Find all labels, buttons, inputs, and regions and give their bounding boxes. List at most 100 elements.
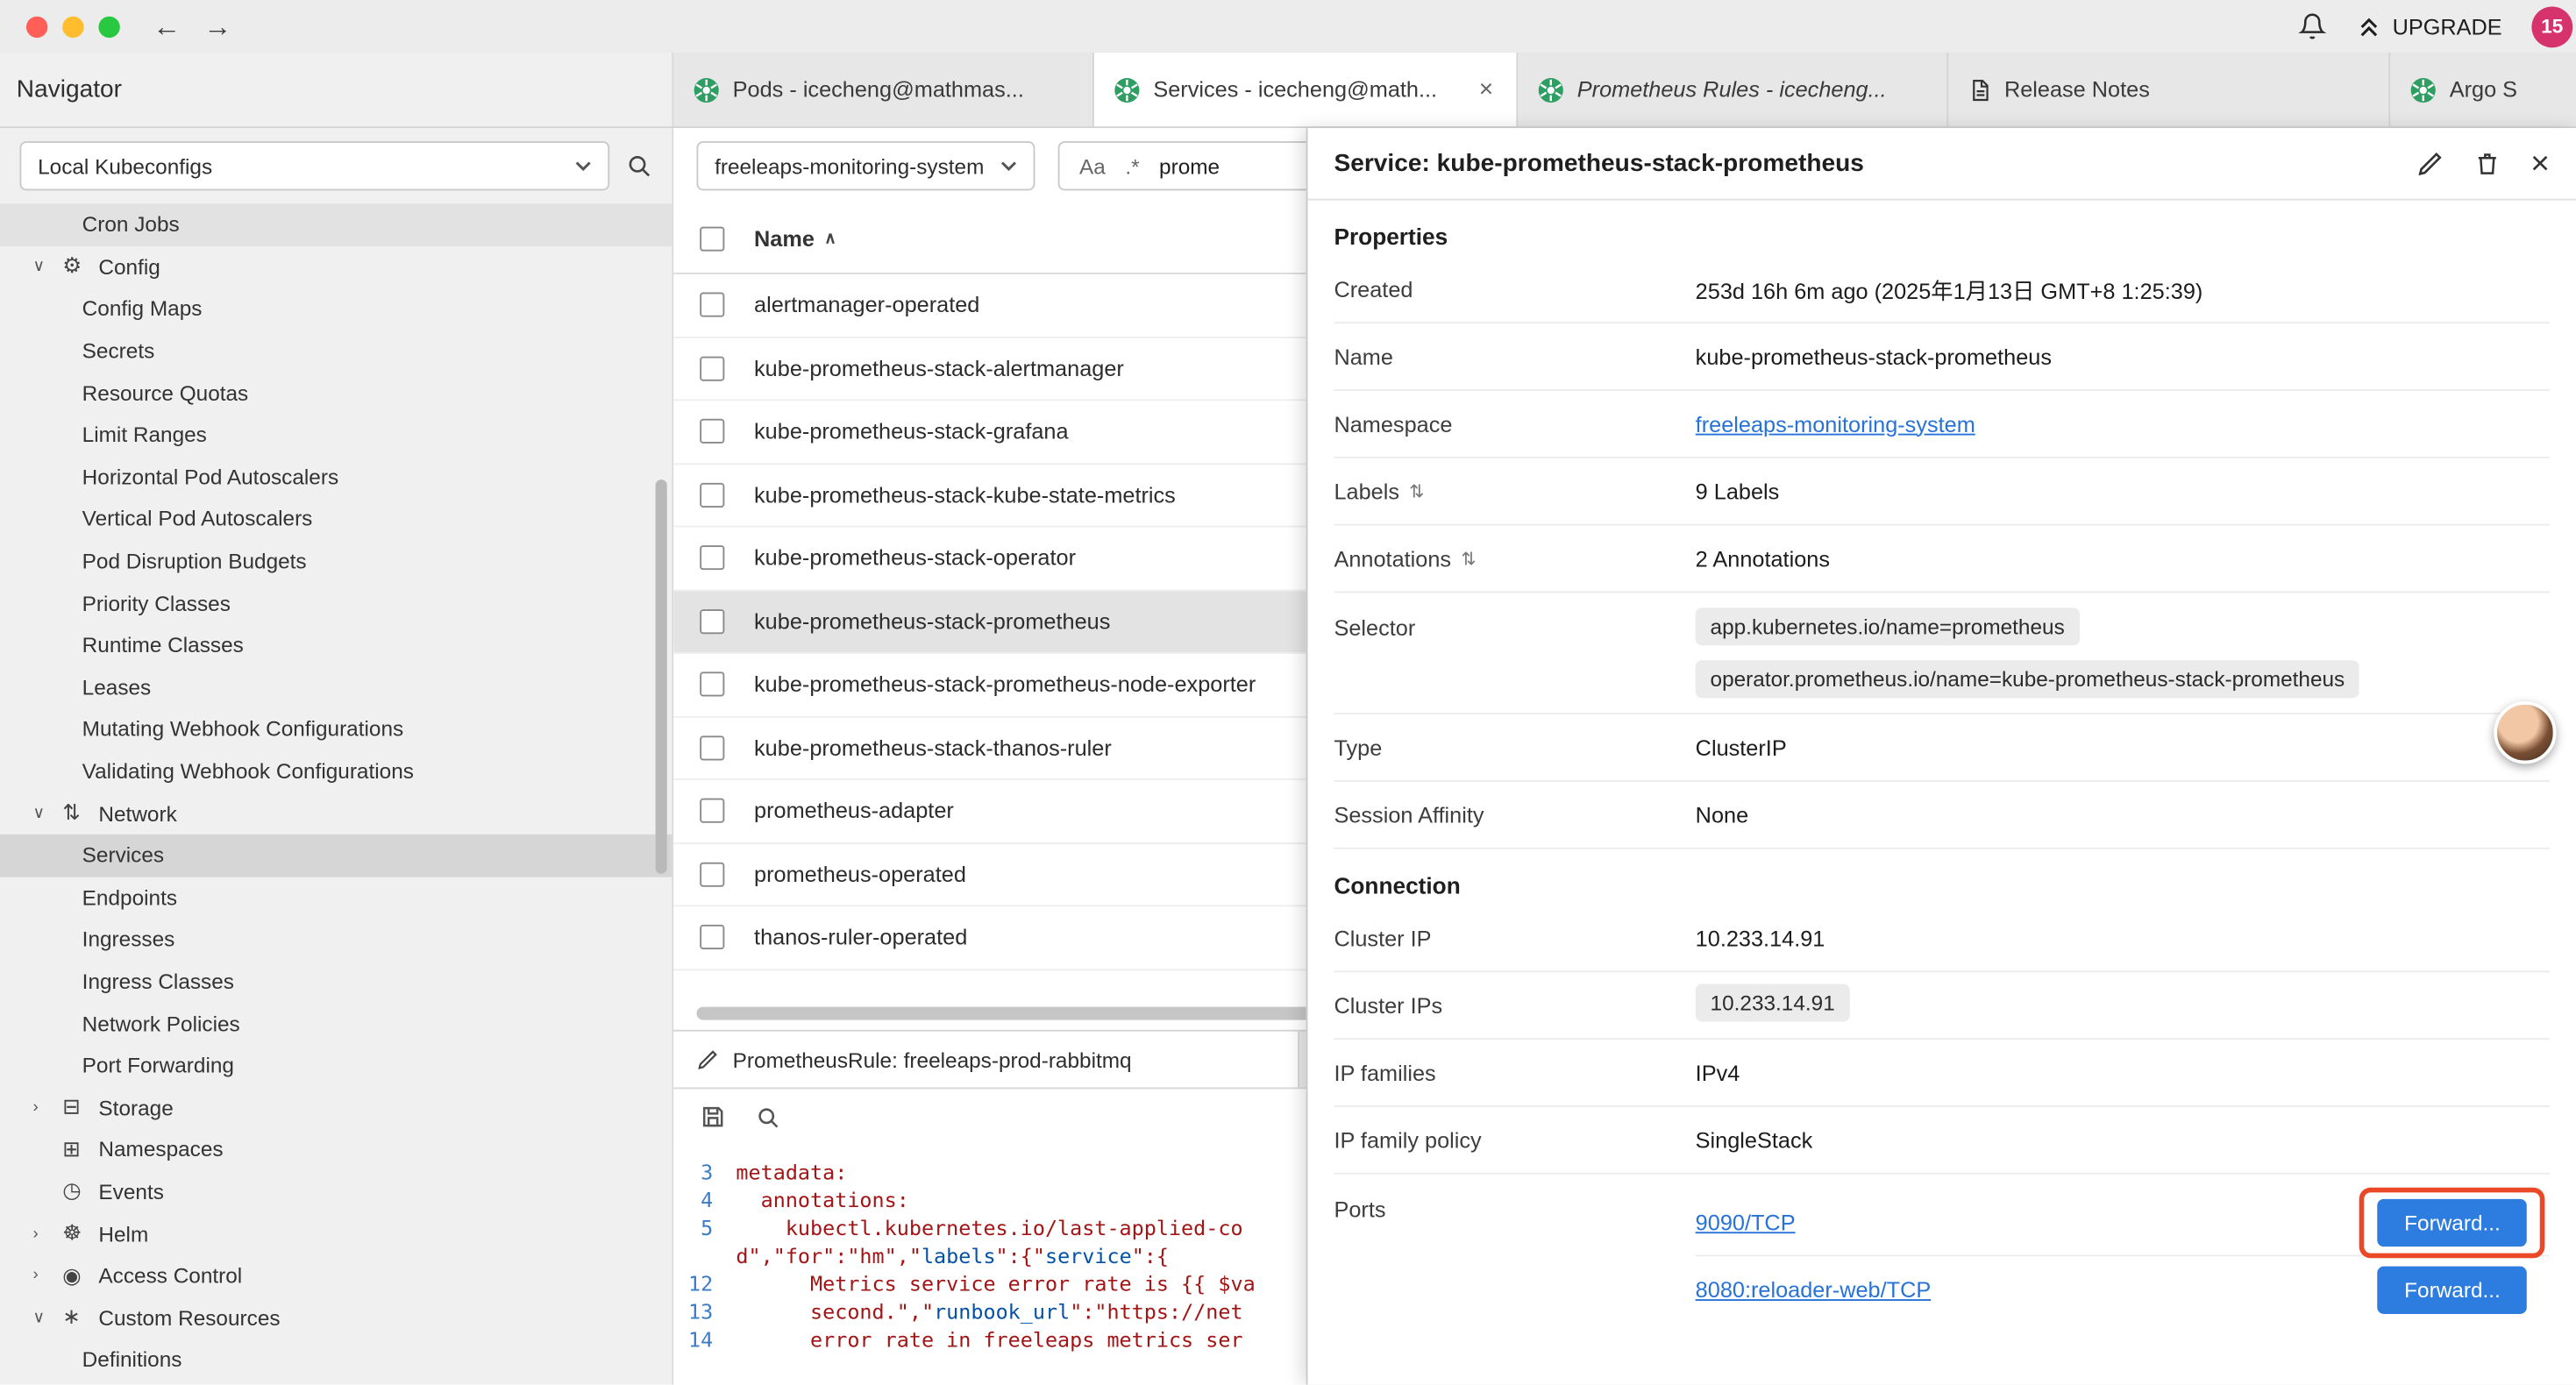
selector-chip: operator.prometheus.io/name=kube-prometh…: [1696, 660, 2359, 698]
port-row: 8080:reloader-web/TCP Forward...: [1696, 1255, 2550, 1323]
section-title-properties: Properties: [1334, 224, 2550, 250]
app-body: Local Kubeconfigs Cron Jobs ∨⚙ConfigConfi…: [0, 128, 2576, 1384]
sidebar-item-priority-classes[interactable]: Priority Classes: [0, 582, 672, 624]
dock-tab-prometheusrule[interactable]: PrometheusRule: freeleaps-prod-rabbitmq: [673, 1032, 1299, 1088]
labels-header[interactable]: Labels ⇅: [1334, 479, 1695, 503]
tab-label: Argo S: [2450, 77, 2517, 102]
zoom-window-button[interactable]: [98, 16, 119, 37]
cluster-icon: [694, 76, 720, 103]
select-all-checkbox[interactable]: [700, 226, 724, 251]
sidebar-item-label: Helm: [98, 1221, 148, 1246]
sidebar-item-endpoints[interactable]: Endpoints: [0, 877, 672, 919]
tab-release-notes[interactable]: Release Notes: [1948, 53, 2390, 126]
minimize-window-button[interactable]: [62, 16, 83, 37]
sidebar-item-namespaces[interactable]: ⊞Namespaces: [0, 1128, 672, 1170]
save-icon[interactable]: [700, 1104, 726, 1130]
navigator-header: Navigator: [0, 53, 673, 126]
sidebar-scrollbar[interactable]: [656, 479, 667, 874]
row-checkbox[interactable]: [700, 482, 724, 507]
row-checkbox[interactable]: [700, 546, 724, 571]
sidebar-item-ingresses[interactable]: Ingresses: [0, 919, 672, 961]
sidebar-item-label: Services: [82, 843, 164, 868]
editor-search-icon[interactable]: [756, 1104, 780, 1129]
row-checkbox[interactable]: [700, 609, 724, 634]
match-case-toggle[interactable]: Aa: [1079, 153, 1106, 178]
close-tab-icon[interactable]: ×: [1476, 75, 1497, 103]
sidebar-item-ingress-classes[interactable]: Ingress Classes: [0, 961, 672, 1003]
edit-pencil-icon[interactable]: [2417, 150, 2445, 178]
tree-chevron-icon[interactable]: ›: [32, 1225, 62, 1243]
close-drawer-icon[interactable]: ×: [2530, 147, 2550, 180]
sidebar-item-pod-disruption-budgets[interactable]: Pod Disruption Budgets: [0, 540, 672, 582]
kubeconfig-dropdown[interactable]: Local Kubeconfigs: [19, 141, 609, 190]
search-input[interactable]: prome: [1159, 153, 1220, 178]
sidebar-search-icon[interactable]: [626, 153, 652, 179]
notifications-bell-icon[interactable]: [2299, 11, 2327, 41]
sidebar-item-access-control[interactable]: ›◉Access Control: [0, 1254, 672, 1296]
sidebar-item-secrets[interactable]: Secrets: [0, 330, 672, 372]
sidebar-item-horizontal-pod-autoscalers[interactable]: Horizontal Pod Autoscalers: [0, 456, 672, 498]
tab-pods[interactable]: Pods - icecheng@mathmas...: [673, 53, 1094, 126]
row-checkbox[interactable]: [700, 735, 724, 760]
sidebar-item-config-maps[interactable]: Config Maps: [0, 288, 672, 330]
sidebar-item-limit-ranges[interactable]: Limit Ranges: [0, 414, 672, 456]
sidebar-item-network-policies[interactable]: Network Policies: [0, 1002, 672, 1044]
forward-port-button[interactable]: Forward...: [2378, 1266, 2527, 1313]
tab-argo[interactable]: Argo S: [2390, 53, 2576, 126]
row-checkbox[interactable]: [700, 925, 724, 949]
row-label: Namespace: [1334, 411, 1695, 436]
sidebar-item-leases[interactable]: Leases: [0, 666, 672, 708]
upgrade-button[interactable]: UPGRADE: [2356, 14, 2501, 39]
sidebar-item-mutating-webhook-configurations[interactable]: Mutating Webhook Configurations: [0, 708, 672, 750]
sidebar-item-vertical-pod-autoscalers[interactable]: Vertical Pod Autoscalers: [0, 498, 672, 540]
name-column-header[interactable]: Name ∧: [754, 226, 836, 251]
row-checkbox[interactable]: [700, 419, 724, 444]
sidebar-item-events[interactable]: ◷Events: [0, 1170, 672, 1212]
sidebar-item-label: Cron Jobs: [82, 212, 180, 237]
tree-chevron-icon[interactable]: ∨: [32, 258, 62, 276]
sidebar-item-helm[interactable]: ›☸Helm: [0, 1212, 672, 1254]
sidebar-item-definitions[interactable]: Definitions: [0, 1339, 672, 1381]
delete-trash-icon[interactable]: [2474, 150, 2501, 178]
namespace-link[interactable]: freeleaps-monitoring-system: [1696, 411, 1975, 436]
sidebar-item-resource-quotas[interactable]: Resource Quotas: [0, 372, 672, 414]
tree-chevron-icon[interactable]: ›: [32, 1267, 62, 1285]
sidebar-item-services[interactable]: Services: [0, 835, 672, 877]
row-checkbox[interactable]: [700, 293, 724, 317]
row-label: IP family policy: [1334, 1127, 1695, 1152]
sidebar-item-label: Ingress Classes: [82, 969, 234, 993]
port-link[interactable]: 9090/TCP: [1696, 1210, 1796, 1234]
row-checkbox[interactable]: [700, 862, 724, 886]
sidebar-item-runtime-classes[interactable]: Runtime Classes: [0, 624, 672, 666]
gear-icon: ⚙: [62, 253, 98, 280]
tree-chevron-icon[interactable]: ∨: [32, 804, 62, 822]
forward-arrow-icon[interactable]: →: [203, 12, 231, 40]
sidebar-item-port-forwarding[interactable]: Port Forwarding: [0, 1044, 672, 1086]
sidebar-item-cron-jobs[interactable]: Cron Jobs: [0, 203, 672, 245]
sidebar-item-network[interactable]: ∨⇅Network: [0, 792, 672, 835]
tree-chevron-icon[interactable]: ∨: [32, 1309, 62, 1327]
tree-chevron-icon[interactable]: ›: [32, 1098, 62, 1117]
annotations-header[interactable]: Annotations ⇅: [1334, 546, 1695, 571]
notification-count-badge[interactable]: 15: [2531, 6, 2572, 47]
tab-services[interactable]: Services - icecheng@math... ×: [1094, 53, 1518, 126]
row-checkbox[interactable]: [700, 799, 724, 823]
row-label: Created: [1334, 277, 1695, 302]
forward-port-button[interactable]: Forward...: [2378, 1198, 2527, 1246]
sidebar-item-config[interactable]: ∨⚙Config: [0, 245, 672, 288]
port-link[interactable]: 8080:reloader-web/TCP: [1696, 1277, 1932, 1302]
sidebar-item-storage[interactable]: ›⊟Storage: [0, 1086, 672, 1128]
section-title-connection: Connection: [1334, 872, 2550, 898]
close-window-button[interactable]: [26, 16, 47, 37]
sidebar-item-validating-webhook-configurations[interactable]: Validating Webhook Configurations: [0, 750, 672, 792]
back-arrow-icon[interactable]: ←: [153, 12, 181, 40]
tab-prometheus-rules[interactable]: Prometheus Rules - icecheng...: [1518, 53, 1948, 126]
regex-toggle[interactable]: .*: [1125, 153, 1139, 178]
sidebar-item-custom-resources[interactable]: ∨∗Custom Resources: [0, 1296, 672, 1339]
namespace-filter-dropdown[interactable]: freeleaps-monitoring-system: [696, 141, 1035, 190]
drawer-header: Service: kube-prometheus-stack-prometheu…: [1307, 128, 2576, 200]
floating-avatar[interactable]: [2494, 701, 2556, 764]
row-checkbox[interactable]: [700, 672, 724, 697]
tab-label: Prometheus Rules - icecheng...: [1577, 77, 1887, 102]
row-checkbox[interactable]: [700, 356, 724, 380]
